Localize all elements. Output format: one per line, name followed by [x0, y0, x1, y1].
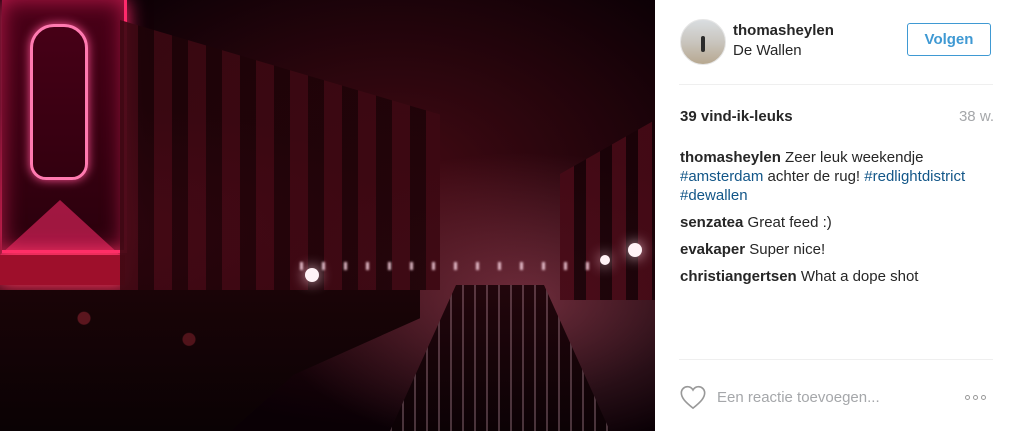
- comment-input[interactable]: [717, 386, 947, 408]
- post-photo[interactable]: [0, 0, 655, 431]
- dot: [973, 394, 978, 400]
- comment-item: thomasheylen Zeer leuk weekendje #amster…: [680, 148, 1000, 205]
- canal-water: [390, 285, 610, 431]
- username-link[interactable]: thomasheylen: [733, 22, 834, 39]
- post-side-panel: thomasheylen De Wallen Volgen 39 vind-ik…: [655, 0, 1017, 431]
- comment-text: achter de rug!: [763, 168, 865, 185]
- lamp-light: [628, 243, 642, 257]
- lamp-light: [600, 255, 610, 265]
- neon-bear-figure: [30, 24, 88, 180]
- divider: [679, 84, 993, 85]
- avatar-figure: [701, 36, 705, 52]
- follow-button[interactable]: Volgen: [907, 23, 991, 56]
- hashtag-link[interactable]: #redlightdistrict: [864, 168, 965, 185]
- comment-text: What a dope shot: [796, 268, 919, 285]
- dot: [981, 394, 986, 400]
- buildings-right: [560, 120, 655, 300]
- hashtag-link[interactable]: #dewallen: [680, 187, 748, 204]
- lamp-light: [305, 268, 319, 282]
- location-link[interactable]: De Wallen: [733, 42, 802, 59]
- avatar[interactable]: [680, 19, 726, 65]
- more-options-icon[interactable]: [965, 390, 995, 404]
- street-lights: [300, 262, 600, 270]
- comment-author[interactable]: thomasheylen: [680, 149, 781, 166]
- comment-author[interactable]: christiangertsen: [680, 268, 797, 285]
- comment-author[interactable]: evakaper: [680, 241, 745, 258]
- hashtag-link[interactable]: #amsterdam: [680, 168, 763, 185]
- shopfront-sign: [0, 255, 125, 285]
- likes-count[interactable]: 39 vind-ik-leuks: [680, 108, 793, 125]
- heart-outline-icon[interactable]: [679, 384, 707, 410]
- crowd: [0, 290, 420, 431]
- comment-item: christiangertsen What a dope shot: [680, 267, 1000, 286]
- post-header: thomasheylen De Wallen Volgen: [655, 0, 1017, 84]
- dot: [965, 394, 970, 400]
- post-timestamp[interactable]: 38 w.: [959, 108, 994, 125]
- comment-text: Zeer leuk weekendje: [780, 149, 924, 166]
- comment-text: Super nice!: [745, 241, 826, 258]
- comment-text: Great feed :): [743, 214, 832, 231]
- comment-author[interactable]: senzatea: [680, 214, 743, 231]
- comment-item: evakaper Super nice!: [680, 240, 1000, 259]
- buildings-left: [120, 20, 440, 290]
- post-footer: [655, 360, 1017, 431]
- comment-item: senzatea Great feed :): [680, 213, 1000, 232]
- comments-list: thomasheylen Zeer leuk weekendje #amster…: [680, 148, 1000, 294]
- neon-awning: [0, 200, 120, 255]
